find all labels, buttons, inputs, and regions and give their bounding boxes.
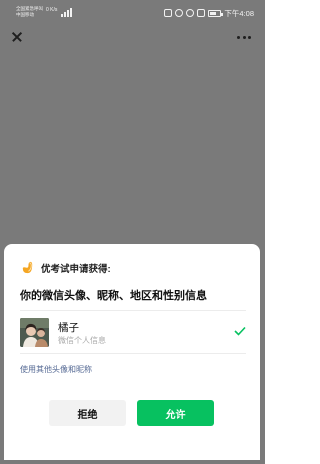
app-request-text: 优考试申请获得: xyxy=(41,263,111,275)
request-title: 你的微信头像、昵称、地区和性别信息 xyxy=(20,290,207,302)
profile-name: 橘子 xyxy=(58,322,79,334)
vibrate-icon xyxy=(197,9,206,17)
net-speed: 0 K/s xyxy=(46,7,58,13)
authorization-sheet: 优考试申请获得: 你的微信头像、昵称、地区和性别信息 橘子 微信个人信息 使用其… xyxy=(4,244,260,460)
carrier-line-2: 中国移动 xyxy=(16,12,34,17)
app-logo-icon xyxy=(22,261,33,274)
status-icons: 下午4:08 xyxy=(164,8,254,18)
title-bar xyxy=(0,26,265,50)
avatar xyxy=(20,318,49,347)
close-icon[interactable] xyxy=(10,30,24,44)
more-icon[interactable] xyxy=(237,36,251,40)
status-time: 下午4:08 xyxy=(224,8,254,18)
nfc-icon xyxy=(164,9,173,17)
battery-icon xyxy=(208,9,224,17)
allow-button[interactable]: 允许 xyxy=(137,400,214,426)
carrier-info: 全国紧急呼叫 中国移动 xyxy=(16,6,43,18)
deny-button[interactable]: 拒绝 xyxy=(49,400,126,426)
status-bar: 全国紧急呼叫 中国移动 0 K/s 下午4:08 xyxy=(0,0,265,26)
screen-overlay: 全国紧急呼叫 中国移动 0 K/s 下午4:08 优考试申请获得: 你的微信头像… xyxy=(0,0,265,464)
use-other-profile-link[interactable]: 使用其他头像和昵称 xyxy=(20,364,92,375)
alarm-icon xyxy=(186,9,195,17)
divider xyxy=(20,353,246,354)
app-header: 优考试申请获得: xyxy=(20,260,111,275)
check-icon xyxy=(234,326,246,336)
signal-icon xyxy=(61,8,75,17)
eye-icon xyxy=(175,9,184,17)
profile-subtitle: 微信个人信息 xyxy=(58,336,106,345)
profile-option[interactable]: 橘子 微信个人信息 xyxy=(20,316,246,352)
divider xyxy=(20,310,246,311)
